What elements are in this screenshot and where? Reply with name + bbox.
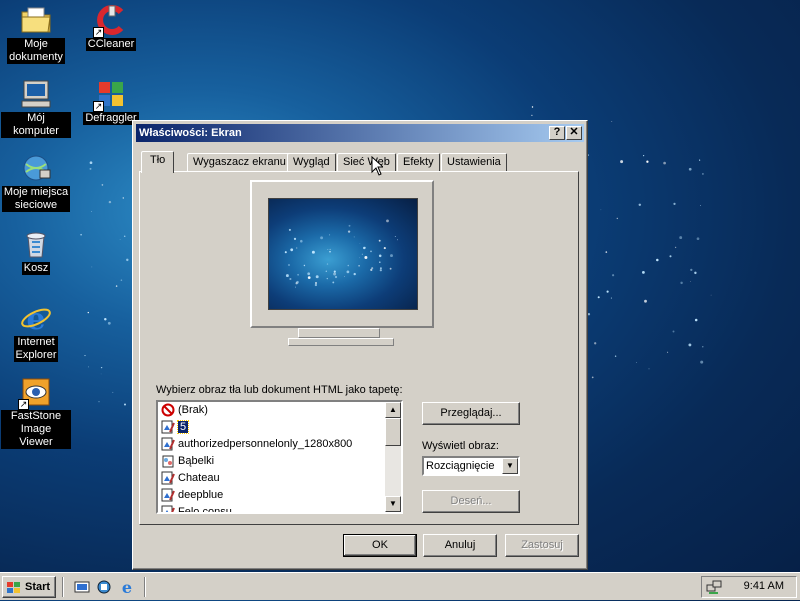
desktop-icon-label: Moje dokumenty <box>7 38 65 64</box>
cancel-button[interactable]: Anuluj <box>423 534 497 557</box>
image-file-icon <box>161 420 175 434</box>
dialog-title: Właściwości: Ekran <box>139 127 242 139</box>
ok-button[interactable]: OK <box>343 534 417 557</box>
ccleaner-icon: ↗ <box>93 4 127 38</box>
desktop-icon-label: FastStone Image Viewer <box>1 410 71 449</box>
desktop-icon-defraggler[interactable]: ↗ Defraggler <box>76 78 146 125</box>
monitor-stand <box>298 328 380 338</box>
network-places-icon <box>20 152 52 184</box>
taskbar: Start e 9:41 AM <box>0 572 800 600</box>
list-scrollbar[interactable]: ▲ ▼ <box>385 402 401 512</box>
dialog-titlebar[interactable]: Właściwości: Ekran ? ✕ <box>136 124 584 142</box>
scroll-up-icon[interactable]: ▲ <box>385 402 401 418</box>
defraggler-icon: ↗ <box>93 78 127 112</box>
internet-explorer-icon[interactable]: e <box>119 578 135 597</box>
list-item[interactable]: Bąbelki <box>158 453 401 470</box>
folder-documents-icon <box>20 4 52 36</box>
apply-button[interactable]: Zastosuj <box>505 534 579 557</box>
clock: 9:41 AM <box>743 580 784 592</box>
chevron-down-icon[interactable]: ▼ <box>502 458 518 474</box>
display-mode-label: Wyświetl obraz: <box>422 440 499 452</box>
desktop-icon-label: Internet Explorer <box>13 336 59 362</box>
desktop-icon-network-places[interactable]: Moje miejsca sieciowe <box>1 152 71 212</box>
taskbar-separator <box>144 577 146 597</box>
display-mode-select[interactable]: Rozciągnięcie ▼ <box>422 456 520 476</box>
wallpaper-prompt: Wybierz obraz tła lub dokument HTML jako… <box>156 384 403 396</box>
recycle-bin-icon <box>20 228 52 260</box>
none-icon <box>161 403 175 417</box>
scroll-thumb[interactable] <box>385 418 401 446</box>
background-tab-panel: Wybierz obraz tła lub dokument HTML jako… <box>139 171 579 525</box>
svg-text:e: e <box>26 302 45 334</box>
image-file-icon <box>161 437 175 451</box>
svg-text:e: e <box>122 579 132 595</box>
display-mode-value: Rozciągnięcie <box>426 460 495 472</box>
scroll-down-icon[interactable]: ▼ <box>385 496 401 512</box>
list-item[interactable]: (Brak) <box>158 402 401 419</box>
image-file-icon <box>161 488 175 502</box>
desktop-icon-my-computer[interactable]: Mój komputer <box>1 78 71 138</box>
pattern-button[interactable]: Deseń... <box>422 490 520 513</box>
show-desktop-icon[interactable] <box>74 579 90 595</box>
bubbles-file-icon <box>161 454 175 468</box>
desktop-icon-label: Moje miejsca sieciowe <box>1 186 71 212</box>
monitor-base <box>288 338 394 346</box>
list-item-selected[interactable]: 5 <box>158 419 401 436</box>
tab-screensaver[interactable]: Wygaszacz ekranu <box>187 153 292 171</box>
list-item[interactable]: Felo consu <box>158 504 401 512</box>
wallpaper-list[interactable]: (Brak) 5 authorizedpersonnelonly_1280x80… <box>156 400 403 514</box>
desktop-icon-faststone[interactable]: ↗ FastStone Image Viewer <box>1 376 71 449</box>
taskbar-separator <box>62 577 64 597</box>
desktop-icon-label: Mój komputer <box>1 112 71 138</box>
desktop-icon-label: CCleaner <box>85 38 137 51</box>
list-item[interactable]: Chateau <box>158 470 401 487</box>
mouse-cursor-icon <box>371 156 383 176</box>
display-properties-dialog: Właściwości: Ekran ? ✕ Tło Wygaszacz ekr… <box>132 120 588 570</box>
monitor-preview <box>250 180 434 328</box>
tab-web[interactable]: Sieć Web <box>337 153 396 171</box>
app-icon[interactable] <box>96 579 112 595</box>
start-label: Start <box>25 581 51 593</box>
close-button[interactable]: ✕ <box>566 126 582 140</box>
desktop-icon-recycle-bin[interactable]: Kosz <box>1 228 71 275</box>
list-item[interactable]: authorizedpersonnelonly_1280x800 <box>158 436 401 453</box>
desktop-icon-internet-explorer[interactable]: e Internet Explorer <box>1 302 71 362</box>
windows-flag-icon <box>7 581 21 593</box>
desktop-icon-my-documents[interactable]: Moje dokumenty <box>1 4 71 64</box>
tab-effects[interactable]: Efekty <box>397 153 440 171</box>
wallpaper-preview <box>268 198 418 310</box>
list-item[interactable]: deepblue <box>158 487 401 504</box>
image-file-icon <box>161 471 175 485</box>
my-computer-icon <box>20 78 52 110</box>
desktop-icon-label: Defraggler <box>83 112 139 125</box>
tab-appearance[interactable]: Wygląd <box>287 153 336 171</box>
help-button[interactable]: ? <box>549 126 565 140</box>
desktop-icon-label: Kosz <box>21 262 51 275</box>
network-tray-icon[interactable] <box>706 579 722 595</box>
system-tray: 9:41 AM <box>701 576 797 598</box>
tab-background[interactable]: Tło <box>141 151 175 173</box>
desktop-icon-ccleaner[interactable]: ↗ CCleaner <box>76 4 146 51</box>
internet-explorer-icon: e <box>20 302 52 337</box>
browse-button[interactable]: Przeglądaj... <box>422 402 520 425</box>
start-button[interactable]: Start <box>2 576 56 598</box>
tab-settings[interactable]: Ustawienia <box>441 153 507 171</box>
faststone-icon: ↗ <box>18 376 52 410</box>
image-file-icon <box>161 505 175 512</box>
